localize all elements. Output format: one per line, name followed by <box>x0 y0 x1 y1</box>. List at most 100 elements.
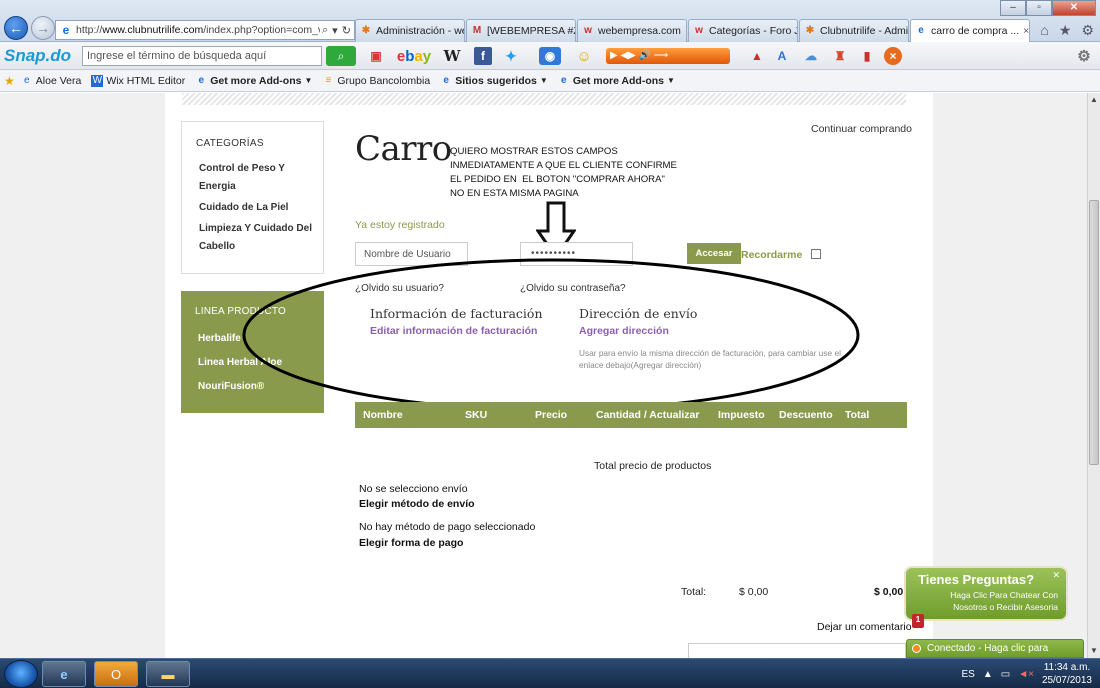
product-link-herbalife[interactable]: Herbalife <box>198 333 241 344</box>
taskbar-explorer-icon[interactable]: ▬ <box>146 661 190 687</box>
categories-title: CATEGORÍAS <box>196 138 264 149</box>
wikipedia-icon[interactable]: W <box>441 47 463 65</box>
search-button[interactable]: ⌕ <box>326 46 356 66</box>
ebay-icon[interactable]: ebay <box>393 47 435 65</box>
highlight-ellipse-annotation <box>242 258 860 412</box>
favorite-wix-editor[interactable]: W Wix HTML Editor <box>91 74 186 87</box>
dropdown-icon[interactable]: ▾ <box>330 24 340 37</box>
back-button[interactable]: ← <box>4 16 28 40</box>
ie-icon: e <box>23 74 30 86</box>
address-bar[interactable]: e http://www.clubnutrilife.com/index.php… <box>55 20 355 40</box>
book-icon[interactable]: ▮ <box>858 47 876 65</box>
chat-invite-bubble[interactable]: Tienes Preguntas? ✕ Haga Clic Para Chate… <box>904 566 1068 621</box>
clock-time: 11:34 a.m. <box>1043 662 1091 673</box>
network-icon[interactable]: ▭ <box>1001 669 1010 680</box>
wix-icon: W <box>91 74 104 87</box>
annotation-note: QUIERO MOSTRAR ESTOS CAMPOS INMEDIATAMEN… <box>450 146 677 199</box>
media-player[interactable]: ▶ ◀▶ 🔊 ⟶ <box>606 48 730 64</box>
tab-clubnutrilife-admin[interactable]: ✱ Clubnutrilife - Admi... <box>799 19 909 42</box>
favorite-label: Grupo Bancolombia <box>337 74 431 87</box>
chat-status-bar[interactable]: Conectado - Haga clic para chatear <box>906 639 1084 671</box>
total-tax-value: $ 0,00 <box>739 586 769 598</box>
choose-shipping-link[interactable]: Elegir método de envío <box>359 498 475 510</box>
search-input[interactable]: Ingrese el término de búsqueda aquí <box>82 46 322 66</box>
favorite-label: Get more Add-ons <box>210 74 302 87</box>
chevron-down-icon: ▼ <box>539 76 548 85</box>
volume-muted-icon[interactable]: ◄× <box>1018 669 1034 680</box>
category-link-control-peso[interactable]: Control de Peso Y Energia <box>199 160 319 196</box>
category-link-cuidado-piel[interactable]: Cuidado de La Piel <box>199 199 319 217</box>
scroll-down-icon[interactable]: ▼ <box>1088 644 1100 658</box>
weather-icon[interactable]: ☁ <box>800 47 822 65</box>
close-toolbar-icon[interactable]: × <box>884 47 902 65</box>
clock-date: 25/07/2013 <box>1041 675 1092 686</box>
favorite-aloe-vera[interactable]: e Aloe Vera <box>21 74 81 87</box>
tab-carro-compra[interactable]: e carro de compra ... × <box>910 19 1030 42</box>
close-window-button[interactable]: ✕ <box>1052 0 1096 16</box>
ie-icon: e <box>561 74 567 86</box>
settings-gear-icon[interactable]: ⚙ <box>1081 22 1094 39</box>
comment-textarea[interactable] <box>688 643 906 658</box>
camera-icon[interactable]: ◉ <box>539 47 561 65</box>
favorite-bancolombia[interactable]: ≡ Grupo Bancolombia <box>322 75 430 87</box>
webempresa-icon: w <box>584 25 592 36</box>
taskbar-outlook-icon[interactable]: O <box>94 661 138 687</box>
tab-label: webempresa.com <box>598 25 681 37</box>
toolbar-settings-icon[interactable]: ⚙ <box>1074 47 1094 65</box>
tab-label: [WEBEMPRESA #ZX... <box>487 25 575 37</box>
favorite-label: Sitios sugeridos <box>455 74 537 87</box>
scroll-up-icon[interactable]: ▲ <box>1088 93 1100 107</box>
tab-administracion[interactable]: ✱ Administración - we... <box>355 19 465 42</box>
tv-icon[interactable]: ▣ <box>366 47 386 65</box>
favorite-get-addons[interactable]: e Get more Add-ons ▼ <box>195 75 312 87</box>
forward-button[interactable]: → <box>31 16 55 40</box>
favorites-star-icon[interactable]: ★ <box>1059 22 1072 39</box>
tab-webempresa-mail[interactable]: M [WEBEMPRESA #ZX... <box>466 19 576 42</box>
scroll-thumb[interactable] <box>1089 200 1099 465</box>
comment-label: Dejar un comentario <box>817 621 912 633</box>
home-icon[interactable]: ⌂ <box>1040 22 1048 39</box>
favorite-sitios-sugeridos[interactable]: e Sitios sugeridos ▼ <box>440 74 548 87</box>
close-icon[interactable]: ✕ <box>1052 570 1060 581</box>
category-link-limpieza-cabello[interactable]: Limpieza Y Cuidado Del Cabello <box>199 220 319 256</box>
ie-icon: e <box>198 74 205 86</box>
browser-toolbar: ← → e http://www.clubnutrilife.com/index… <box>0 0 1100 42</box>
pdf-icon[interactable]: ▲ <box>748 47 766 65</box>
joomla-icon: ✱ <box>361 25 371 36</box>
vertical-scrollbar[interactable]: ▲ ▼ <box>1087 93 1100 658</box>
games-icon[interactable]: ♜ <box>830 47 850 65</box>
continue-shopping-link[interactable]: Continuar comprando <box>811 123 912 135</box>
windows-taskbar: e O ▬ ES ▲ ▭ ◄× 11:34 a.m. 25/07/2013 <box>0 658 1100 688</box>
start-button[interactable] <box>4 660 38 688</box>
url-text[interactable]: http://www.clubnutrilife.com/index.php?o… <box>76 24 320 36</box>
taskbar-ie-icon[interactable]: e <box>42 661 86 687</box>
favorite-get-addons-2[interactable]: e Get more Add-ons ▼ <box>558 75 675 87</box>
favorites-star-icon[interactable]: ★ <box>4 74 15 88</box>
language-indicator[interactable]: ES <box>961 669 974 680</box>
clock[interactable]: 11:34 a.m. 25/07/2013 <box>1042 661 1092 687</box>
twitter-icon[interactable]: ✦ <box>500 47 522 65</box>
translate-icon[interactable]: A <box>772 47 792 65</box>
minimize-button[interactable]: – <box>1000 0 1026 16</box>
webempresa-icon: w <box>695 25 703 36</box>
close-tab-icon[interactable]: × <box>1019 25 1029 37</box>
choose-payment-link[interactable]: Elegir forma de pago <box>359 537 463 549</box>
search-icon[interactable]: ⌕ <box>320 24 330 37</box>
browser-icons: ⌂ ★ ⚙ <box>1040 22 1094 39</box>
tab-label: Categorías - Foro Jo... <box>709 25 797 37</box>
total-amount-value: $ 0,00 <box>874 586 904 598</box>
refresh-icon[interactable]: ↻ <box>340 24 353 37</box>
emoji-icon[interactable]: ☺ <box>574 47 594 65</box>
tab-label: Administración - we... <box>376 25 464 37</box>
facebook-icon[interactable]: f <box>474 47 492 65</box>
snapdo-logo[interactable]: Snap.do <box>4 46 71 66</box>
tray-expand-icon[interactable]: ▲ <box>983 669 993 680</box>
chat-title: Tienes Preguntas? <box>918 572 1035 587</box>
tab-webempresa[interactable]: w webempresa.com <box>577 19 687 42</box>
favorite-label: Wix HTML Editor <box>106 74 186 87</box>
joomla-icon: ✱ <box>805 25 815 36</box>
cart-table-header: Nombre SKU Precio Cantidad / Actualizar … <box>355 402 907 428</box>
maximize-button[interactable]: ▫ <box>1026 0 1052 16</box>
tab-foro[interactable]: w Categorías - Foro Jo... <box>688 19 798 42</box>
column-header-impuesto: Impuesto <box>718 409 765 421</box>
